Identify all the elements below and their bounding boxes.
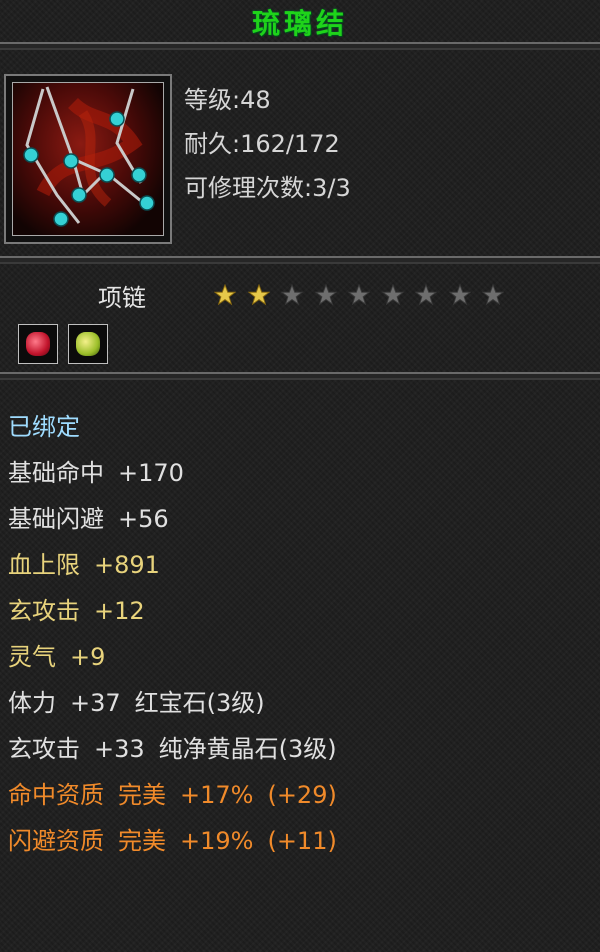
- item-icon-frame: [4, 74, 172, 244]
- attribute-row: 基础命中 +170: [8, 450, 337, 496]
- attribute-label: 基础闪避: [8, 505, 104, 533]
- stat-level: 等级:48: [184, 78, 351, 122]
- attribute-value: +17%: [180, 781, 254, 809]
- star-empty-icon: [281, 284, 303, 306]
- ruby-gem-icon: [26, 332, 50, 356]
- attribute-value: 完美: [118, 827, 166, 855]
- attribute-value: 完美: [118, 781, 166, 809]
- attribute-value: 红宝石(3级): [134, 689, 265, 717]
- star-filled-icon: [214, 284, 236, 306]
- attribute-value: +170: [118, 459, 184, 487]
- stat-repair-count: 可修理次数:3/3: [184, 166, 351, 210]
- attribute-row: 基础闪避 +56: [8, 496, 337, 542]
- divider: [0, 372, 600, 380]
- attribute-label: 玄攻击: [8, 735, 80, 763]
- attribute-value: +12: [94, 597, 145, 625]
- divider: [0, 256, 600, 264]
- attribute-label: 闪避资质: [8, 827, 104, 855]
- star-empty-icon: [381, 284, 404, 306]
- attribute-label: 已绑定: [8, 413, 80, 441]
- gem-slot[interactable]: [68, 324, 108, 364]
- stat-separator: :: [232, 130, 241, 158]
- yellow-crystal-gem-icon: [76, 332, 100, 356]
- stat-label: 可修理次数: [184, 174, 304, 202]
- attribute-value: +19%: [180, 827, 254, 855]
- stat-durability: 耐久:162/172: [184, 122, 351, 166]
- item-name: 琉璃结: [251, 7, 348, 40]
- stat-label: 耐久: [184, 130, 232, 158]
- attribute-row: 命中资质 完美 +17% (+29): [8, 772, 337, 818]
- attribute-label: 玄攻击: [8, 597, 80, 625]
- stat-value: 162/172: [240, 130, 340, 158]
- attribute-value: (+11): [267, 827, 337, 855]
- gem-slots: [18, 324, 118, 364]
- attribute-label: 体力: [8, 689, 56, 717]
- title-bar: 琉璃结: [0, 0, 600, 44]
- attribute-value: +37: [70, 689, 121, 717]
- item-type: 项链: [98, 284, 146, 312]
- stat-value: 48: [240, 86, 271, 114]
- attribute-label: 灵气: [8, 643, 56, 671]
- stat-label: 等级: [184, 86, 232, 114]
- attribute-label: 血上限: [8, 551, 80, 579]
- attribute-value: +33: [94, 735, 145, 763]
- attribute-label: 命中资质: [8, 781, 104, 809]
- attribute-value: +9: [70, 643, 106, 671]
- item-stats: 等级:48 耐久:162/172 可修理次数:3/3: [184, 78, 351, 210]
- stat-separator: :: [304, 174, 313, 202]
- attribute-list: 已绑定基础命中 +170 基础闪避 +56 血上限 +891 玄攻击 +12 灵气 +9 体力 +37…: [8, 404, 337, 864]
- attribute-row: 血上限 +891: [8, 542, 337, 588]
- star-filled-icon: [247, 284, 270, 306]
- item-type-row: 项链: [0, 276, 600, 316]
- star-rating: [214, 284, 516, 306]
- necklace-icon: [12, 82, 164, 236]
- attribute-row: 玄攻击 +12: [8, 588, 337, 634]
- attribute-label: 基础命中: [8, 459, 104, 487]
- item-tooltip: 琉璃结 等级: 48 耐久: 162/172 可修理次数: 3/3 项链 …: [0, 0, 600, 952]
- attribute-value: 纯净黄晶石(3级): [158, 735, 337, 763]
- divider: [0, 42, 600, 50]
- star-empty-icon: [415, 284, 437, 306]
- attribute-row: 闪避资质 完美 +19% (+11): [8, 818, 337, 864]
- star-empty-icon: [482, 284, 504, 306]
- attribute-row: 玄攻击 +33 纯净黄晶石(3级): [8, 726, 337, 772]
- star-empty-icon: [314, 284, 337, 306]
- attribute-value: +56: [118, 505, 169, 533]
- attribute-row: 灵气 +9: [8, 634, 337, 680]
- attribute-row: 已绑定: [8, 404, 337, 450]
- attribute-value: (+29): [267, 781, 337, 809]
- attribute-row: 体力 +37 红宝石(3级): [8, 680, 337, 726]
- star-empty-icon: [448, 284, 471, 306]
- gem-slot[interactable]: [18, 324, 58, 364]
- star-empty-icon: [348, 284, 370, 306]
- stat-value: 3/3: [312, 174, 351, 202]
- attribute-value: +891: [94, 551, 160, 579]
- stat-separator: :: [232, 86, 241, 114]
